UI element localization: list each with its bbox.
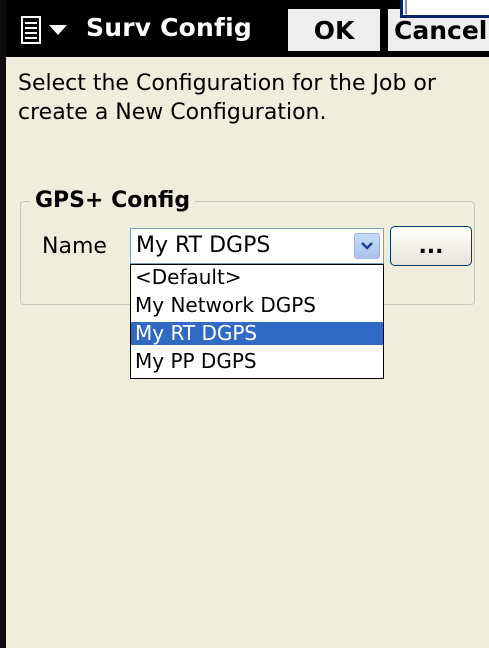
ok-button[interactable]: OK xyxy=(286,7,382,53)
window-title: Surv Config xyxy=(86,13,252,42)
overlapping-popup-edge xyxy=(400,0,489,18)
dropdown-option-network-dgps[interactable]: My Network DGPS xyxy=(131,294,383,317)
dropdown-arrow-button[interactable] xyxy=(354,233,380,259)
combobox-value: My RT DGPS xyxy=(136,233,271,258)
dropdown-option-pp-dgps[interactable]: My PP DGPS xyxy=(131,350,383,373)
gps-config-legend: GPS+ Config xyxy=(30,188,196,213)
dropdown-option-default[interactable]: <Default> xyxy=(131,266,383,289)
config-dropdown-list: <Default> My Network DGPS My RT DGPS My … xyxy=(130,264,384,379)
caret-down-icon xyxy=(49,25,67,35)
config-name-combobox[interactable]: My RT DGPS xyxy=(130,228,384,264)
chevron-down-icon xyxy=(361,242,373,250)
edit-config-button[interactable]: ... xyxy=(390,226,472,266)
start-menu-icon xyxy=(21,16,41,44)
dropdown-option-rt-dgps[interactable]: My RT DGPS xyxy=(131,322,383,345)
name-label: Name xyxy=(42,234,107,259)
instruction-text: Select the Configuration for the Job or … xyxy=(18,71,436,125)
start-menu-button[interactable] xyxy=(10,8,76,52)
